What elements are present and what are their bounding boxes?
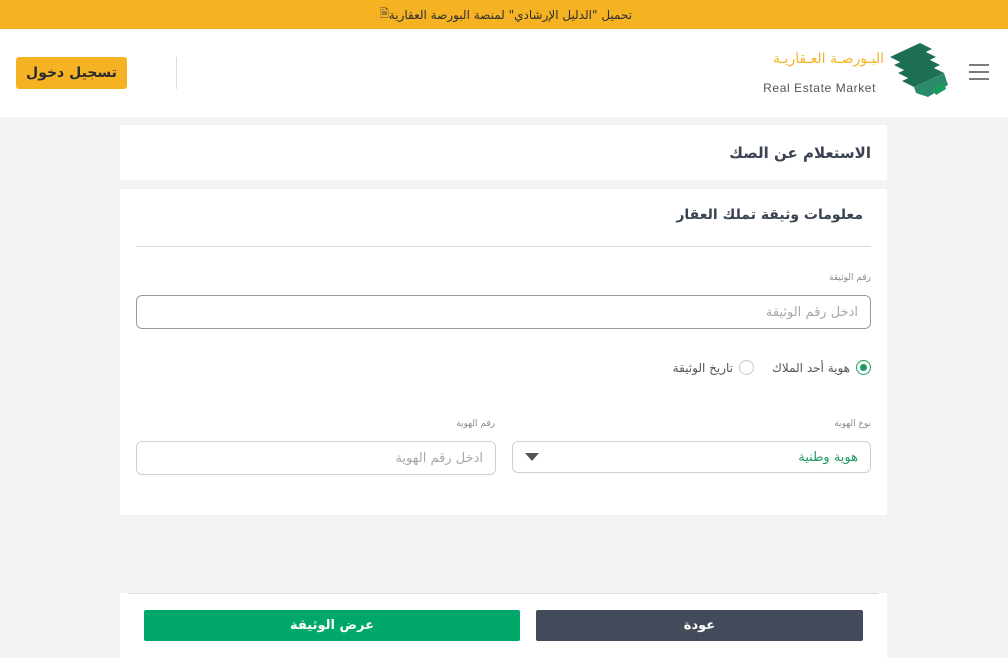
id-type-selected-value: هوية وطنية xyxy=(798,449,858,465)
logo-english-text: Real Estate Market xyxy=(763,81,876,95)
radio-unselected-icon xyxy=(739,360,755,375)
radio-owner-id[interactable]: هوية أحد الملاك xyxy=(772,360,871,375)
radio-selected-icon xyxy=(856,360,871,375)
radio-doc-date[interactable]: تاريخ الوثيقة xyxy=(672,360,755,375)
hamburger-menu-icon[interactable] xyxy=(969,64,989,80)
document-icon: 🗎 xyxy=(379,7,389,20)
id-number-input[interactable] xyxy=(136,441,496,475)
id-type-select[interactable]: هوية وطنية xyxy=(512,441,871,473)
footer-actions: عرض الوثيقة عودة xyxy=(120,593,887,658)
section-title: معلومات وثيقة تملك العقار xyxy=(676,207,863,223)
login-button[interactable]: تسجيل دخول xyxy=(16,57,127,89)
deed-form-card: معلومات وثيقة تملك العقار رقم الوثيقة هو… xyxy=(120,189,887,515)
doc-number-label: رقم الوثيقة xyxy=(829,273,871,283)
radio-doc-date-label: تاريخ الوثيقة xyxy=(672,360,734,375)
search-by-radio-group: هوية أحد الملاك تاريخ الوثيقة xyxy=(655,360,871,375)
page-title-card: الاستعلام عن الصك xyxy=(120,125,887,180)
doc-number-input[interactable] xyxy=(136,295,871,329)
footer-divider xyxy=(128,593,879,594)
section-divider xyxy=(136,246,871,247)
announcement-text[interactable]: تحميل "الدليل الإرشادي" لمنصة البورصة ال… xyxy=(389,8,632,22)
announcement-bar[interactable]: تحميل "الدليل الإرشادي" لمنصة البورصة ال… xyxy=(0,0,1008,29)
back-button[interactable]: عودة xyxy=(536,610,863,641)
radio-owner-id-label: هوية أحد الملاك xyxy=(772,360,850,375)
view-document-button[interactable]: عرض الوثيقة xyxy=(144,610,520,641)
dropdown-caret-icon xyxy=(525,453,539,461)
real-estate-market-logo-icon xyxy=(890,43,948,97)
page-title: الاستعلام عن الصك xyxy=(729,143,871,162)
logo-arabic-text: البـورصـة العـقاريـة xyxy=(772,51,884,67)
id-type-label: نوع الهوية xyxy=(834,419,871,429)
header-divider xyxy=(176,57,177,89)
id-number-label: رقم الهوية xyxy=(456,419,495,429)
site-header: تسجيل دخول البـورصـة العـقاريـة Real Est… xyxy=(0,29,1008,117)
